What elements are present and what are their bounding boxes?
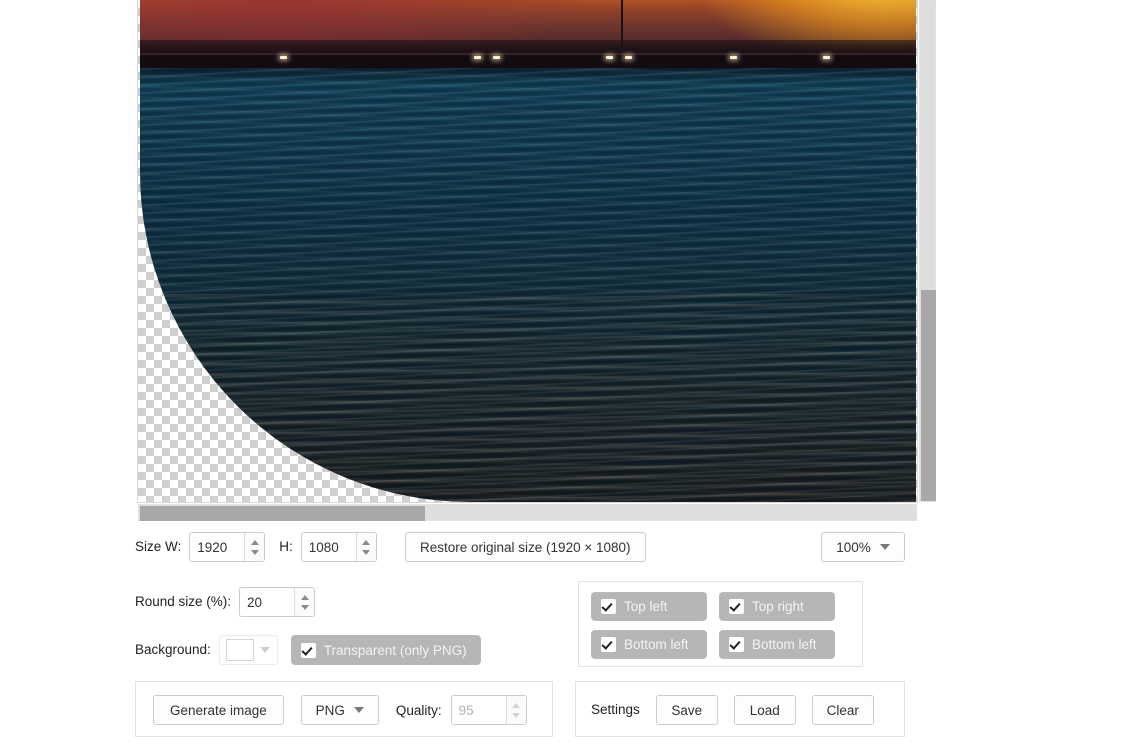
round-size-row: Round size (%): 20 [135, 587, 316, 617]
corner-label: Top right [752, 599, 804, 614]
image-preview-viewport[interactable] [138, 0, 917, 502]
background-row: Background: Transparent (only PNG) [135, 635, 481, 665]
corner-toggle-top-left[interactable]: Top left [591, 592, 707, 621]
chevron-up-icon [512, 702, 521, 708]
actions-panel: Generate image PNG Quality: 95 [135, 681, 553, 737]
generate-image-button[interactable]: Generate image [153, 695, 284, 725]
corner-toggle-top-right[interactable]: Top right [719, 592, 835, 621]
corner-label: Bottom left [624, 637, 689, 652]
actions-row: Generate image PNG Quality: 95 [153, 695, 527, 725]
size-width-label: Size W: [135, 539, 182, 555]
settings-save-button[interactable]: Save [655, 695, 718, 725]
corner-toggle-grid: Top left Top right Bottom left Bottom le… [591, 592, 835, 659]
round-size-spin-buttons[interactable] [294, 588, 315, 616]
image-editor-page: Size W: 1920 H: 1080 Restore original si… [0, 0, 1123, 748]
height-input[interactable]: 1080 [301, 533, 356, 561]
height-spin-buttons[interactable] [355, 533, 376, 561]
restore-original-size-button[interactable]: Restore original size (1920 × 1080) [405, 532, 646, 562]
width-stepper[interactable]: 1920 [189, 532, 266, 562]
zoom-level-select[interactable]: 100% [821, 532, 905, 562]
settings-load-button[interactable]: Load [733, 695, 796, 725]
size-height-label: H: [279, 539, 293, 555]
round-size-input[interactable]: 20 [240, 588, 295, 616]
preview-image [140, 0, 916, 502]
quality-input: 95 [451, 696, 506, 724]
chevron-down-icon[interactable] [362, 549, 371, 555]
rounded-corners-panel: Top left Top right Bottom left Bottom le… [578, 581, 863, 667]
chevron-up-icon[interactable] [362, 539, 371, 545]
corner-toggle-bottom-right[interactable]: Bottom left [719, 630, 835, 659]
chevron-down-icon[interactable] [250, 549, 259, 555]
horizontal-scrollbar-thumb[interactable] [140, 506, 425, 521]
width-input[interactable]: 1920 [190, 533, 245, 561]
width-spin-buttons[interactable] [244, 533, 265, 561]
chevron-up-icon[interactable] [250, 539, 259, 545]
chevron-down-icon[interactable] [259, 647, 270, 653]
corner-toggle-bottom-left[interactable]: Bottom left [591, 630, 707, 659]
quality-spin-buttons [505, 696, 526, 724]
background-label: Background: [135, 642, 211, 658]
zoom-level-value: 100% [836, 539, 871, 555]
settings-panel: Settings Save Load Clear [575, 681, 905, 737]
quality-label: Quality: [395, 702, 442, 718]
background-color-swatch[interactable] [225, 639, 254, 661]
chevron-up-icon[interactable] [300, 594, 309, 600]
format-value: PNG [315, 702, 345, 718]
checkbox-checked-icon[interactable] [601, 599, 616, 614]
quality-stepper: 95 [450, 695, 527, 725]
settings-clear-button[interactable]: Clear [811, 695, 874, 725]
size-controls-row: Size W: 1920 H: 1080 [135, 532, 377, 562]
transparent-toggle[interactable]: Transparent (only PNG) [290, 635, 481, 665]
corner-label: Bottom left [752, 637, 817, 652]
height-stepper[interactable]: 1080 [300, 532, 377, 562]
pier-lights [140, 56, 916, 60]
settings-label: Settings [591, 702, 640, 718]
horizontal-scrollbar[interactable] [138, 504, 917, 521]
checkbox-checked-icon[interactable] [729, 599, 744, 614]
format-select[interactable]: PNG [300, 695, 379, 725]
background-color-picker[interactable] [218, 635, 278, 665]
vertical-scrollbar[interactable] [919, 0, 936, 502]
chevron-down-icon [512, 712, 521, 718]
checkbox-checked-icon[interactable] [601, 637, 616, 652]
image-preview-area [138, 0, 936, 521]
radio-tower-silhouette [621, 0, 624, 60]
round-size-stepper[interactable]: 20 [239, 587, 316, 617]
checkbox-checked-icon[interactable] [729, 637, 744, 652]
round-size-label: Round size (%): [135, 594, 232, 610]
water-region [140, 68, 916, 502]
chevron-down-icon [353, 707, 364, 713]
settings-row: Settings Save Load Clear [591, 695, 874, 725]
transparent-toggle-label: Transparent (only PNG) [323, 642, 467, 658]
chevron-down-icon[interactable] [300, 604, 309, 610]
checkbox-checked-icon[interactable] [300, 642, 316, 658]
corner-label: Top left [624, 599, 668, 614]
chevron-down-icon [879, 544, 890, 550]
vertical-scrollbar-thumb[interactable] [921, 290, 936, 501]
pier-railing [140, 53, 916, 55]
